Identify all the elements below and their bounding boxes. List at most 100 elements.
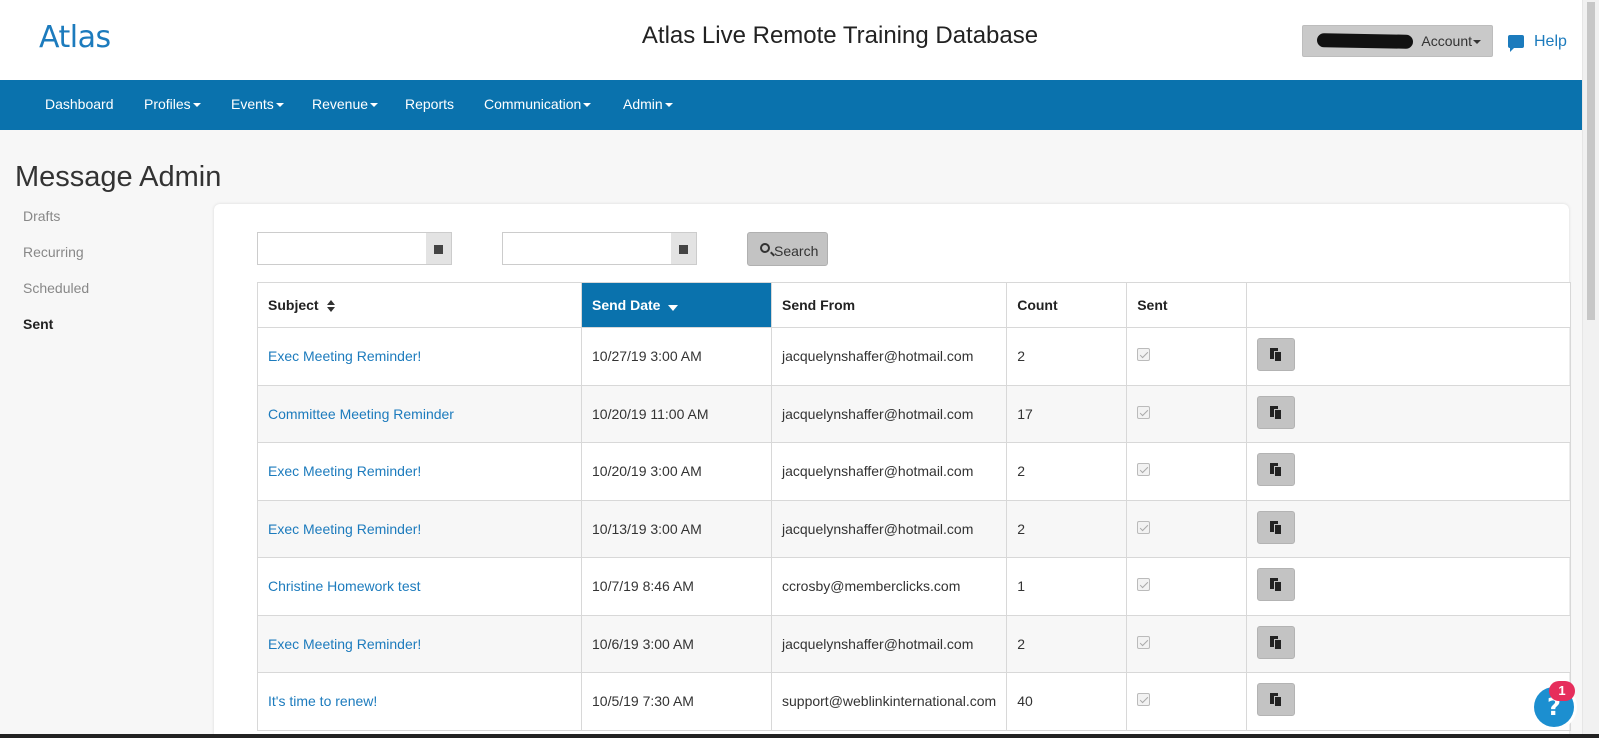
- caret-down-icon: [664, 103, 673, 108]
- window-bottom-edge: [0, 734, 1599, 738]
- column-label: Subject: [268, 297, 319, 313]
- search-button[interactable]: Search: [747, 232, 828, 266]
- caret-down-icon: [192, 103, 201, 108]
- help-link[interactable]: Help: [1508, 33, 1567, 52]
- column-header-send-from[interactable]: Send From: [770, 282, 1008, 328]
- column-header-count[interactable]: Count: [1006, 282, 1128, 328]
- nav-label: Profiles: [144, 96, 191, 112]
- end-date-input[interactable]: [502, 232, 672, 265]
- copy-message-button[interactable]: [1257, 568, 1296, 602]
- sent-checkbox: [1137, 405, 1151, 419]
- column-label: Sent: [1137, 297, 1168, 313]
- table-row: It's time to renew! 10/5/19 7:30 AM supp…: [257, 672, 1572, 731]
- sidebar-item-recurring[interactable]: Recurring: [23, 244, 84, 260]
- sort-icon: [326, 300, 335, 313]
- column-label: Send Date: [592, 297, 661, 313]
- sent-checkbox: [1137, 693, 1151, 707]
- nav-label: Admin: [623, 96, 663, 112]
- nav-revenue[interactable]: Revenue: [312, 96, 379, 112]
- sent-checkbox: [1137, 520, 1151, 534]
- table-row: Exec Meeting Reminder! 10/20/19 3:00 AM …: [257, 442, 1572, 501]
- send-from-cell: jacquelynshaffer@hotmail.com: [770, 327, 1008, 386]
- sent-checkbox: [1137, 463, 1151, 477]
- start-date-calendar-button[interactable]: [426, 232, 452, 265]
- column-label: Send From: [782, 297, 856, 313]
- copy-message-button[interactable]: [1257, 395, 1296, 429]
- subject-link[interactable]: Christine Homework test: [257, 557, 582, 616]
- column-header-sent[interactable]: Sent: [1126, 282, 1248, 328]
- copy-icon-page: [1274, 696, 1283, 708]
- nav-reports[interactable]: Reports: [405, 96, 454, 112]
- copy-message-button[interactable]: [1257, 338, 1296, 372]
- copy-message-button[interactable]: [1257, 683, 1296, 717]
- subject-link[interactable]: Exec Meeting Reminder!: [257, 442, 582, 501]
- app-title: Atlas Live Remote Training Database: [641, 22, 1039, 49]
- sort-descending-icon: [668, 305, 679, 312]
- actions-cell: [1246, 327, 1572, 386]
- sidebar-item-drafts[interactable]: Drafts: [23, 208, 60, 224]
- subject-link[interactable]: Committee Meeting Reminder: [257, 384, 582, 443]
- page-scrollbar[interactable]: [1582, 0, 1599, 738]
- subject-link[interactable]: Exec Meeting Reminder!: [257, 499, 582, 558]
- account-dropdown-button[interactable]: Account: [1302, 25, 1493, 57]
- copy-icon-page: [1274, 523, 1283, 535]
- column-header-actions: [1246, 282, 1572, 328]
- copy-icon-page: [1274, 408, 1283, 420]
- start-date-input[interactable]: [257, 232, 427, 265]
- actions-cell: [1246, 557, 1572, 616]
- table-row: Exec Meeting Reminder! 10/13/19 3:00 AM …: [257, 499, 1572, 558]
- sent-checkbox: [1137, 635, 1151, 649]
- send-from-cell: jacquelynshaffer@hotmail.com: [770, 499, 1008, 558]
- send-date-cell: 10/5/19 7:30 AM: [581, 672, 772, 731]
- page-title: Message Admin: [15, 161, 222, 193]
- subject-link[interactable]: It's time to renew!: [257, 672, 582, 731]
- table-row: Christine Homework test 10/7/19 8:46 AM …: [257, 557, 1572, 616]
- sidebar-item-sent[interactable]: Sent: [23, 316, 53, 332]
- send-from-cell: jacquelynshaffer@hotmail.com: [770, 614, 1008, 673]
- count-cell: 2: [1006, 442, 1128, 501]
- subject-link[interactable]: Exec Meeting Reminder!: [257, 614, 582, 673]
- send-date-cell: 10/27/19 3:00 AM: [581, 327, 772, 386]
- account-label: Account: [1421, 33, 1472, 49]
- sent-cell: [1126, 672, 1248, 731]
- nav-admin[interactable]: Admin: [623, 96, 673, 112]
- sent-checkbox: [1137, 578, 1151, 592]
- table-row: Exec Meeting Reminder! 10/6/19 3:00 AM j…: [257, 614, 1572, 673]
- actions-cell: [1246, 672, 1572, 731]
- copy-message-button[interactable]: [1257, 453, 1296, 487]
- count-cell: 2: [1006, 614, 1128, 673]
- caret-down-icon: [370, 103, 379, 108]
- actions-cell: [1246, 384, 1572, 443]
- actions-cell: [1246, 614, 1572, 673]
- nav-dashboard[interactable]: Dashboard: [45, 96, 114, 112]
- nav-communication[interactable]: Communication: [484, 96, 592, 112]
- subject-link[interactable]: Exec Meeting Reminder!: [257, 327, 582, 386]
- scrollbar-thumb[interactable]: [1587, 2, 1595, 320]
- send-date-cell: 10/6/19 3:00 AM: [581, 614, 772, 673]
- send-from-cell: support@weblinkinternational.com: [770, 672, 1008, 731]
- end-date-calendar-button[interactable]: [671, 232, 697, 265]
- send-from-cell: jacquelynshaffer@hotmail.com: [770, 384, 1008, 443]
- send-from-cell: ccrosby@memberclicks.com: [770, 557, 1008, 616]
- nav-profiles[interactable]: Profiles: [144, 96, 201, 112]
- caret-down-icon: [583, 103, 592, 108]
- nav-events[interactable]: Events: [231, 96, 284, 112]
- atlas-logo[interactable]: Atlas: [39, 20, 111, 55]
- nav-label: Revenue: [312, 96, 369, 112]
- count-cell: 1: [1006, 557, 1128, 616]
- column-header-send-date[interactable]: Send Date: [581, 282, 772, 328]
- messages-table: Subject Send Date Send From Count Sent E…: [257, 282, 1572, 731]
- count-cell: 40: [1006, 672, 1128, 731]
- copy-message-button[interactable]: [1257, 510, 1296, 544]
- copy-message-button[interactable]: [1257, 625, 1296, 659]
- sent-cell: [1126, 327, 1248, 386]
- sent-cell: [1126, 614, 1248, 673]
- count-cell: 2: [1006, 327, 1128, 386]
- send-from-cell: jacquelynshaffer@hotmail.com: [770, 442, 1008, 501]
- calendar-icon: [434, 245, 443, 254]
- send-date-cell: 10/20/19 11:00 AM: [581, 384, 772, 443]
- column-header-subject[interactable]: Subject: [257, 282, 582, 328]
- notification-badge: 1: [1549, 681, 1575, 701]
- table-row: Exec Meeting Reminder! 10/27/19 3:00 AM …: [257, 327, 1572, 386]
- sidebar-item-scheduled[interactable]: Scheduled: [23, 280, 89, 296]
